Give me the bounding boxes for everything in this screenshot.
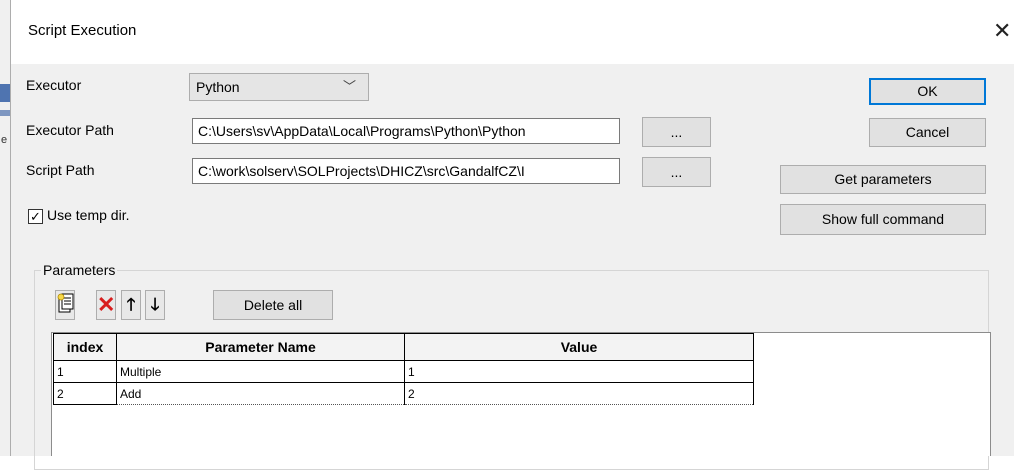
new-parameter-icon[interactable] — [55, 290, 75, 320]
use-temp-dir-label: Use temp dir. — [47, 207, 130, 223]
table-row[interactable]: 2 Add 2 — [53, 382, 754, 405]
move-up-icon[interactable]: 🡑 — [121, 290, 141, 320]
browse-script-button[interactable]: ... — [642, 157, 711, 187]
script-path-label: Script Path — [26, 162, 95, 178]
background-text-fragment: e — [1, 134, 8, 146]
row-index-cell[interactable]: 2 — [53, 382, 117, 405]
script-path-input[interactable]: C:\work\solserv\SOLProjects\DHICZ\src\Ga… — [192, 158, 620, 184]
chevron-down-icon: ﹀ — [342, 79, 356, 94]
script-execution-dialog: Script Execution ✕ Executor Python ﹀ Exe… — [10, 0, 1014, 470]
background-highlight — [0, 84, 10, 102]
delete-all-button[interactable]: Delete all — [213, 290, 333, 320]
move-down-icon[interactable]: 🡓 — [145, 290, 165, 320]
row-value-cell[interactable]: 2 — [404, 382, 754, 405]
delete-x-glyph: ✕ — [97, 292, 116, 317]
new-parameter-glyph — [57, 293, 74, 313]
row-index-cell[interactable]: 1 — [53, 360, 117, 383]
parameters-group-label: Parameters — [41, 262, 118, 278]
row-name-cell[interactable]: Multiple — [116, 360, 405, 383]
column-header-parameter-name[interactable]: Parameter Name — [116, 333, 405, 361]
table-row[interactable]: 1 Multiple 1 — [53, 360, 754, 383]
column-header-value[interactable]: Value — [404, 333, 754, 361]
get-parameters-button[interactable]: Get parameters — [780, 165, 986, 194]
ok-button[interactable]: OK — [869, 78, 986, 105]
executor-selected-value: Python — [196, 79, 240, 95]
dialog-title: Script Execution — [28, 22, 137, 39]
column-header-index[interactable]: index — [53, 333, 117, 361]
parameters-grid[interactable]: index Parameter Name Value 1 Multiple 1 … — [51, 332, 991, 456]
row-value-cell[interactable]: 1 — [404, 360, 754, 383]
executor-label: Executor — [26, 77, 82, 93]
arrow-up-glyph: 🡑 — [126, 295, 136, 314]
background-highlight — [0, 110, 10, 116]
executor-dropdown[interactable]: Python ﹀ — [189, 73, 369, 101]
executor-path-input[interactable]: C:\Users\sv\AppData\Local\Programs\Pytho… — [192, 118, 620, 144]
arrow-down-glyph: 🡓 — [150, 295, 160, 314]
row-name-cell[interactable]: Add — [116, 382, 405, 405]
show-full-command-button[interactable]: Show full command — [780, 204, 986, 235]
browse-executor-button[interactable]: ... — [642, 117, 711, 147]
cancel-button[interactable]: Cancel — [869, 118, 986, 147]
checkbox-checkmark-icon[interactable]: ✓ — [28, 209, 43, 224]
parameters-table: index Parameter Name Value 1 Multiple 1 … — [53, 333, 754, 405]
close-icon[interactable]: ✕ — [993, 16, 1014, 46]
title-bar: Script Execution ✕ — [11, 0, 1014, 64]
executor-path-label: Executor Path — [26, 122, 114, 138]
delete-icon[interactable]: ✕ — [96, 290, 116, 320]
